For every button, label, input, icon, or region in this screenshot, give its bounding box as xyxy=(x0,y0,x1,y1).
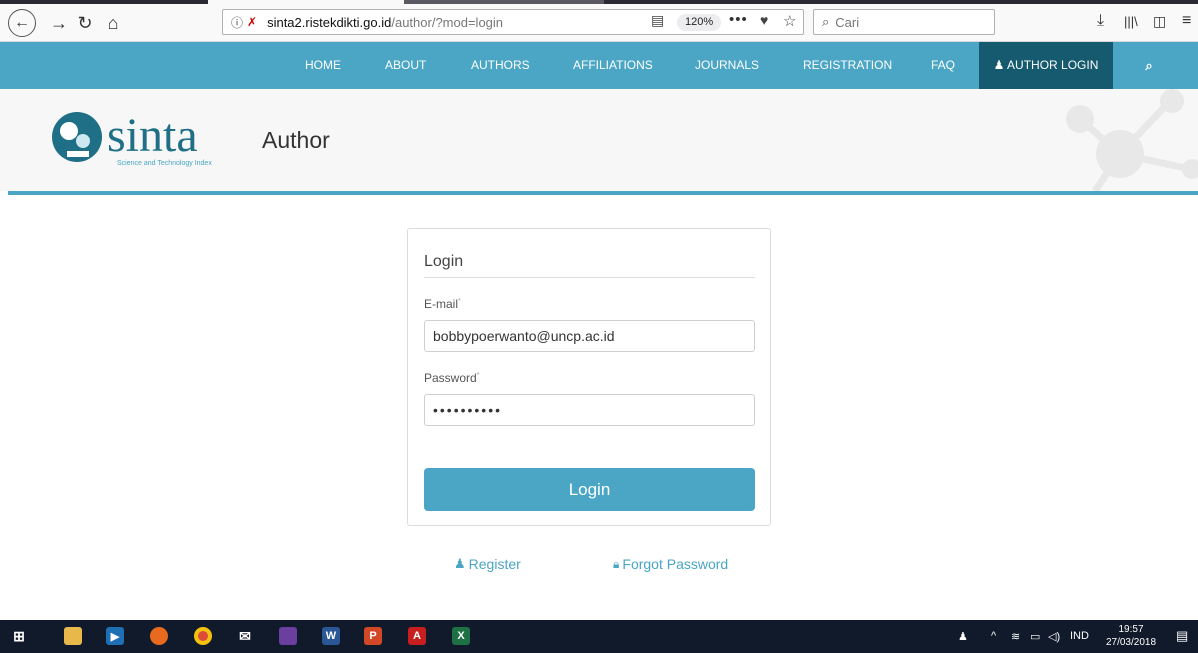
mail-icon[interactable]: ✉ xyxy=(236,627,254,645)
reload-icon[interactable]: ↻ xyxy=(72,10,98,36)
sidebar-icon[interactable]: ◫ xyxy=(1153,13,1166,30)
nav-home[interactable]: HOME xyxy=(305,42,341,89)
email-field[interactable]: bobbypoerwanto@uncp.ac.id xyxy=(424,320,755,352)
logo-text: sinta xyxy=(107,109,198,162)
sinta-logo: sinta Science and Technology Index xyxy=(52,109,212,167)
inactive-tab[interactable] xyxy=(404,0,604,4)
reader-view-icon[interactable]: ▤ xyxy=(651,12,664,29)
library-icon[interactable]: |||\ xyxy=(1124,14,1138,29)
password-label: Password* xyxy=(424,371,480,385)
powerpoint-icon[interactable]: P xyxy=(364,627,382,645)
language-indicator[interactable]: IND xyxy=(1070,630,1089,642)
system-clock[interactable]: 19:57 27/03/2018 xyxy=(1103,623,1159,649)
user-icon: ♟ xyxy=(993,58,1005,72)
pocket-icon[interactable]: ♥ xyxy=(760,12,768,28)
windows-start-icon[interactable]: ⊞ xyxy=(10,627,28,645)
windows-taskbar: ⊞ ▶ ✉ W P A X ♟ ^ ≋ ▭ ◁) IND 19:57 27/03… xyxy=(0,620,1198,653)
insecure-lock-icon[interactable]: ✗ xyxy=(247,15,257,29)
url-text[interactable]: sinta2.ristekdikti.go.id/author/?mod=log… xyxy=(267,15,503,30)
media-player-icon[interactable]: ▶ xyxy=(106,627,124,645)
nav-journals[interactable]: JOURNALS xyxy=(695,42,759,89)
menu-icon[interactable]: ≡ xyxy=(1182,12,1191,30)
login-button[interactable]: Login xyxy=(424,468,755,511)
logo-tagline: Science and Technology Index xyxy=(117,160,212,167)
clock-time: 19:57 xyxy=(1118,624,1144,635)
register-label: Register xyxy=(468,556,521,572)
user-icon: ♟ xyxy=(454,556,466,571)
zoom-badge[interactable]: 120% xyxy=(677,14,722,31)
login-title-divider xyxy=(424,277,755,278)
firefox-icon[interactable] xyxy=(150,627,168,645)
wifi-icon[interactable]: ≋ xyxy=(1011,630,1020,643)
search-placeholder: Cari xyxy=(835,14,860,30)
nav-registration[interactable]: REGISTRATION xyxy=(803,42,892,89)
acrobat-icon[interactable]: A xyxy=(408,627,426,645)
register-link[interactable]: ♟ Register xyxy=(454,556,521,572)
page-actions-icon[interactable]: ••• xyxy=(729,11,748,28)
nav-about[interactable]: ABOUT xyxy=(385,42,426,89)
notification-icon[interactable]: ▤ xyxy=(1176,628,1188,644)
bookmark-star-icon[interactable]: ☆ xyxy=(783,12,796,30)
active-tab[interactable] xyxy=(208,0,404,4)
password-value: •••••••••• xyxy=(433,402,503,418)
volume-icon[interactable]: ◁) xyxy=(1048,630,1060,643)
lock-icon: 🔒︎ xyxy=(613,556,620,571)
password-field[interactable]: •••••••••• xyxy=(424,394,755,426)
author-login-label: AUTHOR LOGIN xyxy=(1007,58,1099,72)
browser-toolbar: ← → ↻ ⌂ ⓘ ✗ sinta2.ristekdikti.go.id/aut… xyxy=(0,0,1198,42)
email-value: bobbypoerwanto@uncp.ac.id xyxy=(433,328,615,344)
back-arrow-icon[interactable]: ← xyxy=(8,9,36,37)
nav-affiliations[interactable]: AFFILIATIONS xyxy=(573,42,653,89)
nav-search-icon[interactable]: ⌕ xyxy=(1139,42,1159,89)
address-bar[interactable]: ⓘ ✗ sinta2.ristekdikti.go.id/author/?mod… xyxy=(222,9,804,35)
search-field[interactable]: ⌕ Cari xyxy=(813,9,995,35)
forgot-password-label: Forgot Password xyxy=(622,556,729,572)
word-icon[interactable]: W xyxy=(322,627,340,645)
page-header: sinta Science and Technology Index Autho… xyxy=(0,89,1198,191)
file-explorer-icon[interactable] xyxy=(64,627,82,645)
site-navbar: HOME ABOUT AUTHORS AFFILIATIONS JOURNALS… xyxy=(0,42,1198,89)
nav-authors[interactable]: AUTHORS xyxy=(471,42,530,89)
molecule-decoration xyxy=(1066,89,1198,191)
tray-arrow-icon[interactable]: ^ xyxy=(991,630,996,642)
header-divider xyxy=(8,191,1198,195)
excel-icon[interactable]: X xyxy=(452,627,470,645)
winrar-icon[interactable] xyxy=(279,627,297,645)
clock-date: 27/03/2018 xyxy=(1105,637,1157,648)
magnifier-icon: ⌕ xyxy=(822,14,830,29)
forward-arrow-icon[interactable]: → xyxy=(46,10,72,36)
nav-author-login[interactable]: ♟ AUTHOR LOGIN xyxy=(979,42,1113,89)
info-icon[interactable]: ⓘ xyxy=(231,14,243,31)
login-title: Login xyxy=(424,253,464,270)
forgot-password-link[interactable]: 🔒︎ Forgot Password xyxy=(613,556,728,572)
login-panel: Login E-mail* bobbypoerwanto@uncp.ac.id … xyxy=(407,228,771,526)
tab-strip xyxy=(0,0,1198,4)
page-title: Author xyxy=(262,127,330,153)
people-icon[interactable]: ♟ xyxy=(958,630,968,643)
email-label: E-mail* xyxy=(424,297,461,311)
download-icon[interactable]: ⤓ xyxy=(1097,12,1104,30)
nav-faq[interactable]: FAQ xyxy=(931,42,955,89)
chrome-icon[interactable] xyxy=(194,627,212,645)
home-icon[interactable]: ⌂ xyxy=(100,10,126,36)
battery-icon[interactable]: ▭ xyxy=(1030,630,1040,643)
